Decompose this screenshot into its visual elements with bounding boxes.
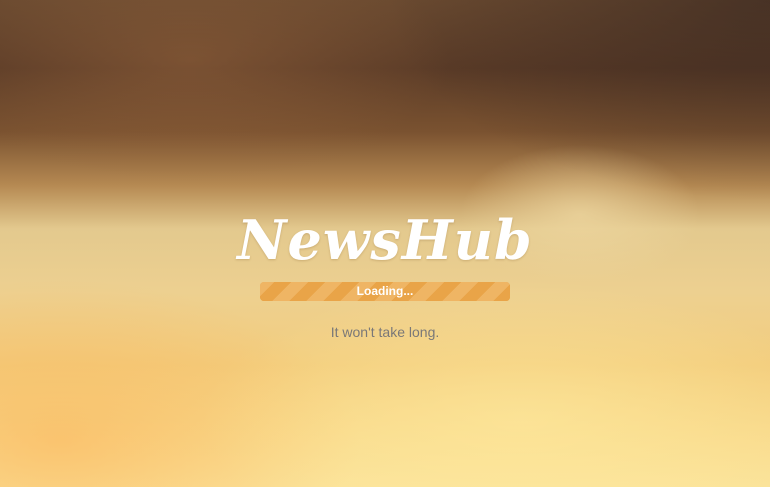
app-logo: NewsHub [237, 208, 533, 272]
progress-label: Loading... [356, 284, 414, 298]
loading-screen: NewsHub Loading... It won't take long. [0, 205, 770, 340]
loading-message: It won't take long. [330, 324, 440, 340]
loading-progress-bar: Loading... [260, 282, 510, 301]
